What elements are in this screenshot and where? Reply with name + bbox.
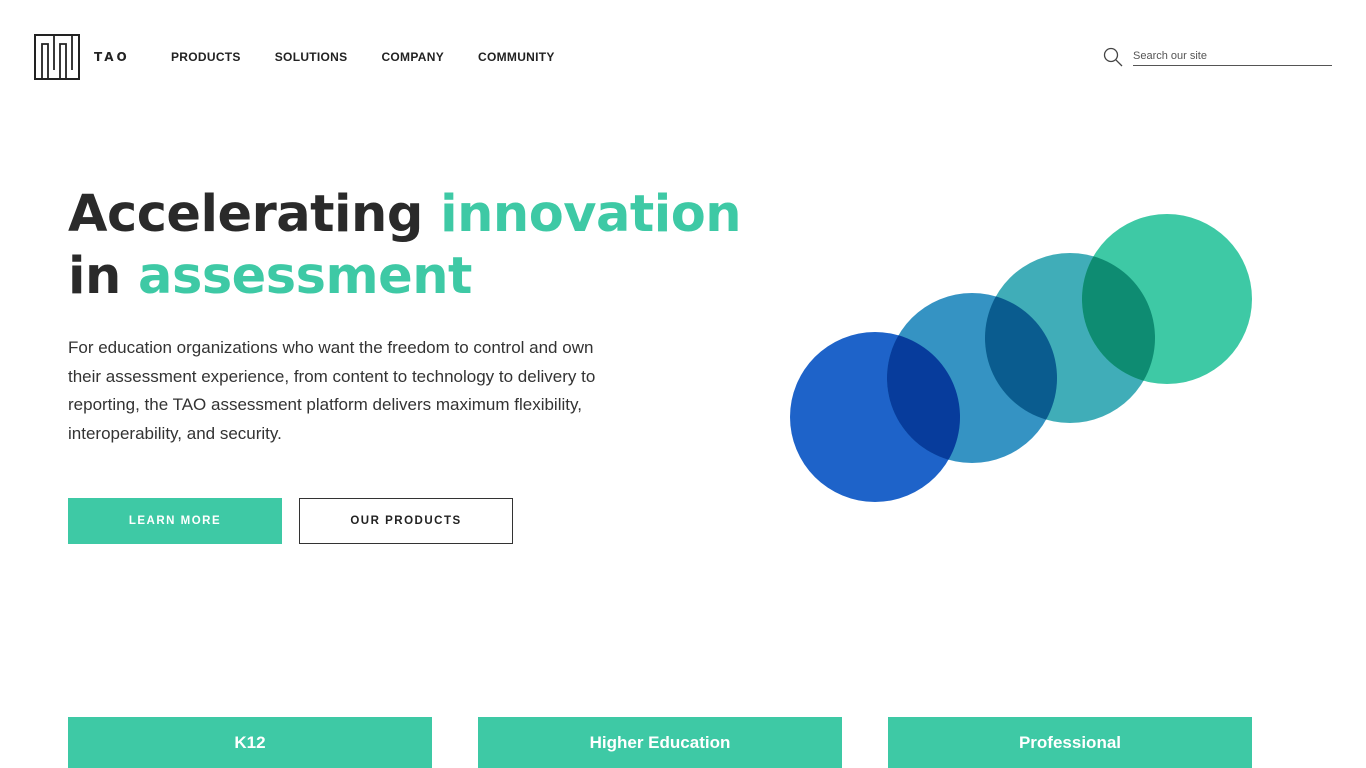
brand-name: TAO [94,50,130,64]
hero-description: For education organizations who want the… [68,338,596,443]
card-higher-education[interactable]: Higher Education [478,717,842,768]
hero-circles-illustration [790,214,1252,502]
search-icon[interactable] [1103,47,1123,67]
nav-item-solutions[interactable]: SOLUTIONS [275,50,348,64]
site-search [1103,46,1332,68]
tao-logo[interactable]: TAO [34,34,130,80]
headline-accent: innovation [440,185,742,244]
headline-text: Accelerating [68,185,441,244]
headline-text: in [68,247,139,306]
headline-accent: assessment [138,247,472,306]
learn-more-button[interactable]: LEARN MORE [68,498,282,544]
our-products-button[interactable]: OUR PRODUCTS [299,498,513,544]
nav-item-community[interactable]: COMMUNITY [478,50,555,64]
card-professional[interactable]: Professional [888,717,1252,768]
segment-cards: K12 Higher Education Professional [68,717,1252,768]
main-nav: PRODUCTS SOLUTIONS COMPANY COMMUNITY [171,50,589,64]
nav-item-company[interactable]: COMPANY [381,50,444,64]
nav-item-products[interactable]: PRODUCTS [171,50,241,64]
hero-headline: Accelerating innovation in assessment [68,184,742,308]
card-k12[interactable]: K12 [68,717,432,768]
tao-logo-icon [34,34,80,80]
search-input[interactable] [1133,46,1332,66]
